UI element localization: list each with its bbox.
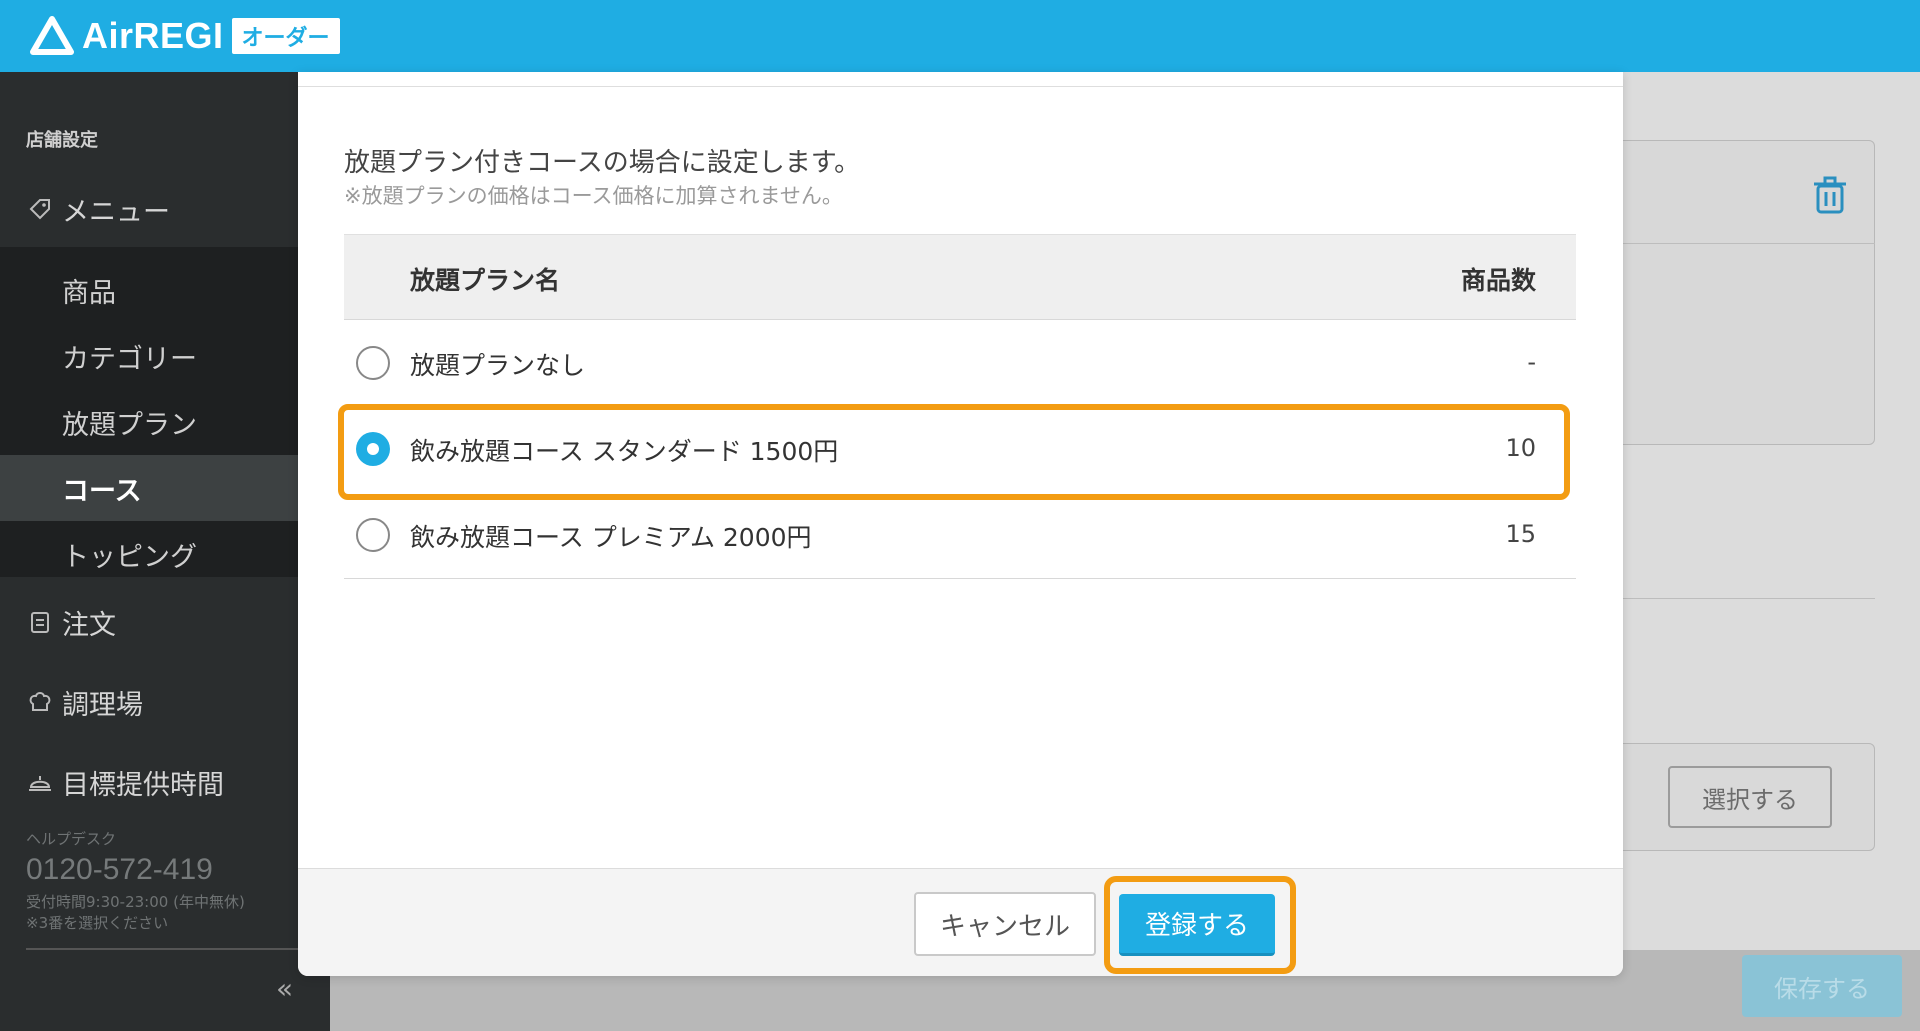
modal-description: 放題プラン付きコースの場合に設定します。: [344, 148, 861, 178]
column-header-plan-name: 放題プラン名: [410, 266, 561, 295]
sidebar-divider: [26, 948, 330, 950]
select-button[interactable]: 選択する: [1668, 766, 1832, 828]
table-row[interactable]: 放題プランなし -: [344, 320, 1576, 406]
item-count: 15: [1505, 520, 1536, 548]
help-desk-note: ※3番を選択ください: [26, 914, 169, 932]
plan-name: 放題プランなし: [410, 351, 586, 380]
column-header-item-count: 商品数: [1460, 266, 1536, 295]
sidebar-item-menu[interactable]: メニュー ⌃: [0, 182, 330, 236]
logo-text: AirREGI: [82, 15, 224, 56]
airregi-logo-icon: [30, 16, 74, 56]
logo-badge: オーダー: [231, 18, 340, 54]
save-button[interactable]: 保存する: [1742, 955, 1902, 1017]
sidebar-item-label: 調理場: [62, 689, 143, 721]
trash-icon[interactable]: [1812, 176, 1848, 214]
plan-name: 飲み放題コース プレミアム 2000円: [410, 523, 812, 552]
item-count: -: [1527, 348, 1536, 376]
sidebar-item-target-time[interactable]: 目標提供時間: [0, 752, 330, 812]
sidebar-item-all-you-can-plans[interactable]: 放題プラン: [0, 389, 330, 455]
tag-icon: [28, 198, 52, 220]
table-header: 放題プラン名 商品数: [344, 234, 1576, 320]
divider: [344, 578, 1576, 579]
sidebar-section-title: 店舗設定: [26, 130, 98, 151]
sidebar-item-courses[interactable]: コース: [0, 455, 330, 521]
app-header: AirREGI オーダー: [0, 0, 1920, 72]
sidebar-submenu: 商品 カテゴリー 放題プラン コース トッピング: [0, 247, 330, 577]
register-button-highlight: [1104, 876, 1296, 974]
radio-button[interactable]: [356, 518, 390, 552]
help-desk-title: ヘルプデスク: [26, 830, 117, 848]
chef-hat-icon: [28, 690, 52, 714]
radio-button[interactable]: [356, 346, 390, 380]
sidebar-item-label: メニュー: [62, 196, 170, 228]
divider: [298, 86, 1623, 87]
collapse-sidebar-button[interactable]: «: [276, 972, 293, 1005]
selection-highlight: [338, 404, 1570, 500]
modal-note: ※放題プランの価格はコース価格に加算されません。: [344, 184, 843, 208]
clipboard-icon: [28, 610, 52, 634]
sidebar-item-label: 目標提供時間: [62, 769, 224, 801]
sidebar-item-kitchen[interactable]: 調理場 ⌄: [0, 672, 330, 732]
sidebar-item-label: 注文: [62, 609, 116, 641]
sidebar-item-order[interactable]: 注文 ⌄: [0, 592, 330, 652]
sidebar-item-products[interactable]: 商品: [0, 257, 330, 323]
table-row[interactable]: 飲み放題コース プレミアム 2000円 15: [344, 492, 1576, 578]
help-desk-phone: 0120-572-419: [26, 853, 213, 886]
help-desk-hours: 受付時間9:30-23:00 (年中無休): [26, 893, 245, 911]
cancel-button[interactable]: キャンセル: [914, 892, 1096, 956]
sidebar-item-toppings[interactable]: トッピング: [0, 521, 330, 587]
sidebar: 店舗設定 メニュー ⌃ 商品 カテゴリー 放題プラン コース トッピング 注文 …: [0, 72, 330, 1031]
service-bell-icon: [28, 772, 52, 792]
sidebar-item-categories[interactable]: カテゴリー: [0, 323, 330, 389]
plan-select-modal: 放題プラン付きコースの場合に設定します。 ※放題プランの価格はコース価格に加算さ…: [298, 72, 1623, 976]
help-desk: ヘルプデスク 0120-572-419 受付時間9:30-23:00 (年中無休…: [26, 828, 245, 933]
